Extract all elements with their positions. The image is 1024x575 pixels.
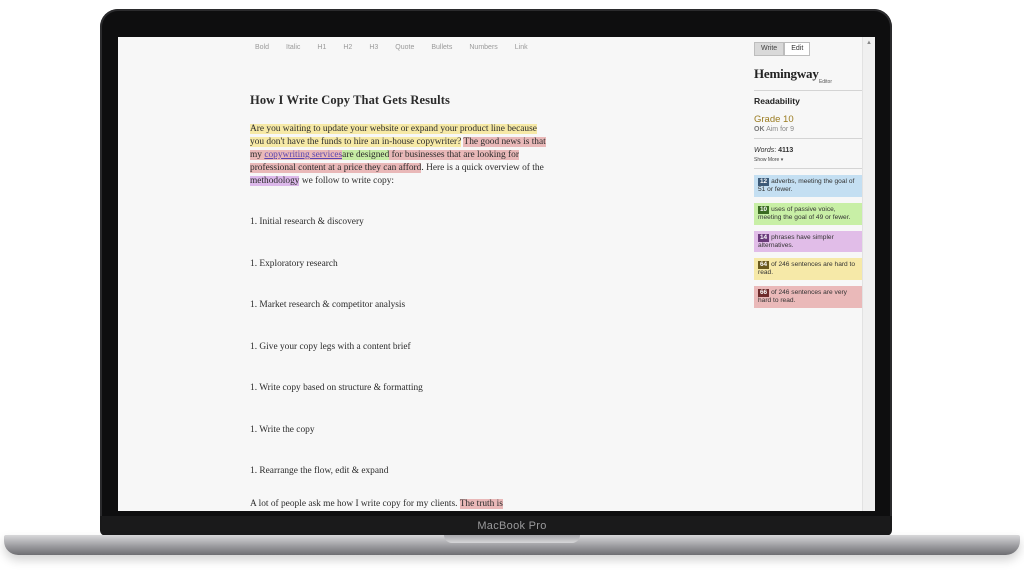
divider <box>754 168 862 169</box>
adverbs-card[interactable]: 12 adverbs, meeting the goal of 51 or few… <box>754 175 862 197</box>
passive-voice-text: uses of passive voice, meeting the goal … <box>758 205 851 221</box>
aim-text: OK Aim for 9 <box>754 126 862 133</box>
adverbs-count: 12 <box>758 178 770 186</box>
list-item[interactable]: 1. Exploratory research <box>250 258 550 300</box>
passive-voice-card[interactable]: 10 uses of passive voice, meeting the goa… <box>754 202 862 225</box>
very-hard-sentences-card[interactable]: 66 of 246 sentences are very hard to read… <box>754 286 862 308</box>
aim-target: Aim for 9 <box>766 126 795 133</box>
format-toolbar: Bold Italic H1 H2 H3 Quote Bullets Numbe… <box>255 43 545 53</box>
passive-voice-count: 10 <box>758 205 770 214</box>
words-value: 4113 <box>778 147 794 154</box>
numbered-list[interactable]: 1. Initial research & discovery 1. Explo… <box>250 216 550 507</box>
write-mode-button[interactable]: Write <box>754 42 785 56</box>
h3-button[interactable]: H3 <box>369 43 378 53</box>
very-hard-sentences-count: 66 <box>758 289 770 298</box>
adverbs-text: adverbs, meeting the goal of 51 or fewer… <box>758 178 855 193</box>
show-more-label: Show More <box>754 157 780 163</box>
hemingway-sidebar: Write Edit Hemingway Editor Readability … <box>754 42 862 308</box>
h2-button[interactable]: H2 <box>343 43 352 53</box>
list-item[interactable]: 1. Initial research & discovery <box>250 216 550 258</box>
ok-label: OK <box>754 126 765 133</box>
closing-paragraph[interactable]: A lot of people ask me how I write copy … <box>250 498 550 511</box>
hemingway-logo: Hemingway <box>754 66 819 81</box>
stats-cards: 12 adverbs, meeting the goal of 51 or few… <box>754 175 862 308</box>
bold-button[interactable]: Bold <box>255 43 269 53</box>
divider <box>754 138 862 139</box>
divider <box>754 90 862 91</box>
list-item[interactable]: 1. Write the copy <box>250 424 550 466</box>
bullets-button[interactable]: Bullets <box>431 43 452 53</box>
numbers-button[interactable]: Numbers <box>469 43 497 53</box>
intro-paragraph[interactable]: Are you waiting to update your website o… <box>250 123 550 188</box>
grade-level: Grade 10 <box>754 114 794 125</box>
plain-text-end: we follow to write copy: <box>301 176 394 186</box>
very-hard-sentences-text: of 246 sentences are very hard to read. <box>758 289 847 305</box>
list-item[interactable]: 1. Give your copy legs with a content br… <box>250 341 550 383</box>
link-button[interactable]: Link <box>515 43 528 53</box>
h1-button[interactable]: H1 <box>317 43 326 53</box>
word-count: Words: 4113 <box>754 147 794 154</box>
list-item[interactable]: 1. Write copy based on structure & forma… <box>250 382 550 424</box>
passive-voice-phrase: are designed <box>342 150 390 160</box>
copywriting-services-link[interactable]: copywriting services <box>264 150 343 160</box>
quote-button[interactable]: Quote <box>395 43 414 53</box>
closing-text: A lot of people ask me how I write copy … <box>250 499 458 509</box>
document-title[interactable]: How I Write Copy That Gets Results <box>250 93 550 108</box>
list-item[interactable]: 1. Market research & competitor analysis <box>250 299 550 341</box>
scroll-up-icon[interactable]: ▲ <box>866 40 872 46</box>
show-more-button[interactable]: Show More ▾ <box>754 157 862 163</box>
simpler-alternatives-text: phrases have simpler alternatives. <box>758 233 834 249</box>
scrollbar[interactable]: ▲ <box>862 37 875 511</box>
hard-sentences-text: of 246 sentences are hard to read. <box>758 261 856 277</box>
hard-sentences-count: 64 <box>758 261 770 270</box>
edit-mode-button[interactable]: Edit <box>784 42 811 56</box>
italic-button[interactable]: Italic <box>286 43 300 53</box>
app-screen: Bold Italic H1 H2 H3 Quote Bullets Numbe… <box>118 37 875 511</box>
caret-down-icon: ▾ <box>780 157 784 163</box>
very-hard-sentence: The truth is <box>459 499 503 509</box>
hard-sentences-card[interactable]: 64 of 246 sentences are hard to read. <box>754 258 862 281</box>
readability-label: Readability <box>754 96 800 106</box>
mode-toggle: Write Edit <box>754 42 862 56</box>
simpler-alternatives-count: 14 <box>758 233 770 242</box>
device-brand: MacBook Pro <box>477 520 547 532</box>
simpler-alternatives-card[interactable]: 14 phrases have simpler alternatives. <box>754 230 862 253</box>
words-label: Words <box>754 147 775 154</box>
plain-text: . Here is a quick overview of the <box>421 163 544 173</box>
document-editor[interactable]: How I Write Copy That Gets Results Are y… <box>250 93 550 507</box>
simpler-alternative-phrase: methodology <box>250 176 300 186</box>
laptop-notch <box>444 535 580 543</box>
